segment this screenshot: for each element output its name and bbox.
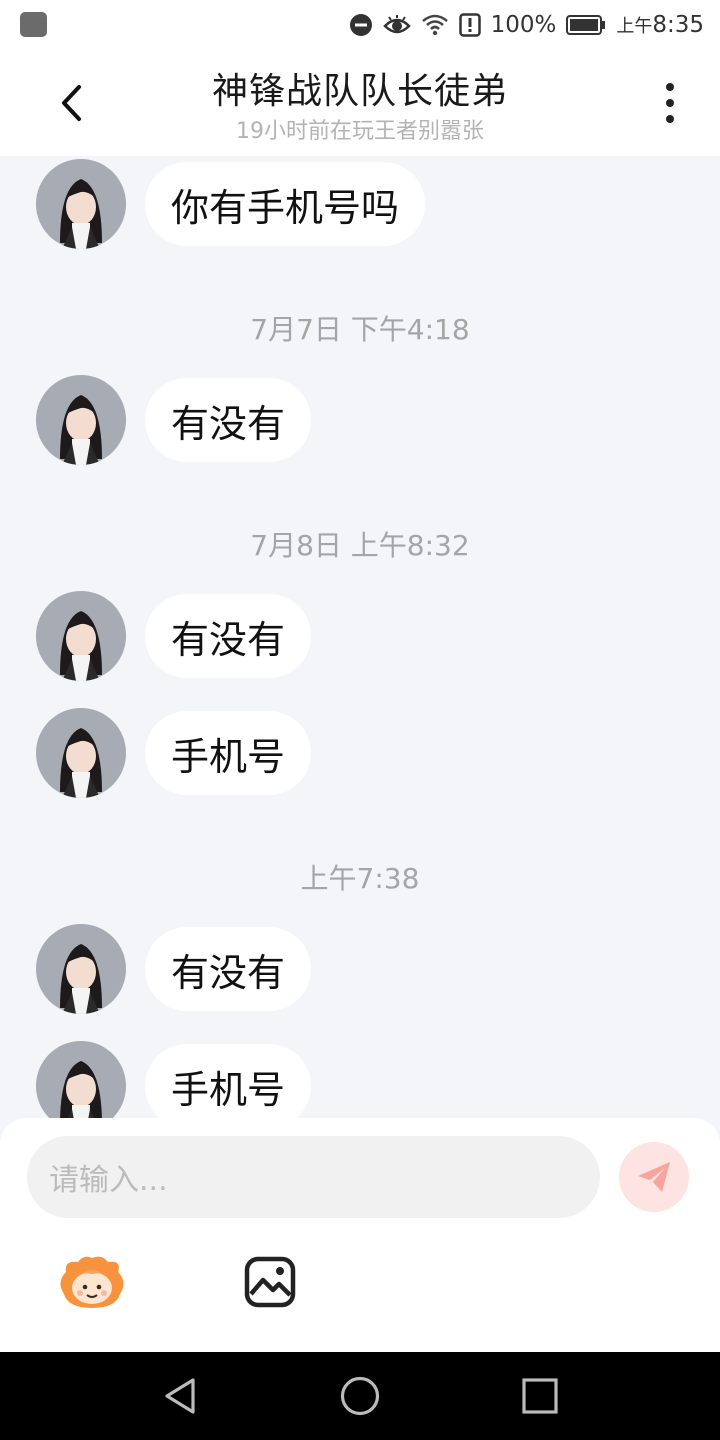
home-circle-icon bbox=[340, 1376, 380, 1416]
message-timestamp: 7月7日 下午4:18 bbox=[250, 313, 470, 346]
message-bubble[interactable]: 有没有 bbox=[145, 927, 312, 1011]
nav-home-button[interactable] bbox=[336, 1372, 384, 1420]
status-icons: 100% 上午8:35 bbox=[349, 10, 704, 40]
message-bubble[interactable]: 手机号 bbox=[145, 711, 312, 795]
avatar[interactable] bbox=[36, 591, 126, 681]
message-row: 有没有 bbox=[36, 375, 312, 465]
message-list[interactable]: 你有手机号吗 7月7日 下午4:18 有没有 7月8日 上午8:32 有没有 手… bbox=[0, 156, 720, 1118]
image-icon bbox=[244, 1256, 296, 1308]
avatar[interactable] bbox=[36, 924, 126, 1014]
message-row: 手机号 bbox=[36, 1041, 312, 1118]
recents-square-icon bbox=[522, 1378, 558, 1414]
dnd-icon bbox=[349, 13, 373, 37]
avatar[interactable] bbox=[36, 1041, 126, 1118]
more-options-button[interactable] bbox=[650, 78, 690, 128]
message-row: 你有手机号吗 bbox=[36, 159, 426, 249]
message-timestamp: 7月8日 上午8:32 bbox=[250, 529, 470, 562]
message-row: 手机号 bbox=[36, 708, 312, 798]
status-bar: 100% 上午8:35 bbox=[0, 0, 720, 50]
system-nav-bar bbox=[0, 1352, 720, 1440]
composer-panel: 请输入... bbox=[0, 1118, 720, 1352]
message-bubble[interactable]: 有没有 bbox=[145, 378, 312, 462]
message-timestamp: 上午7:38 bbox=[300, 862, 420, 895]
nav-back-button[interactable] bbox=[156, 1372, 204, 1420]
contact-status: 19小时前在玩王者别嚣张 bbox=[236, 119, 484, 144]
chat-header: 神锋战队队长徒弟 19小时前在玩王者别嚣张 bbox=[0, 50, 720, 156]
emoji-mascot-icon bbox=[60, 1256, 124, 1308]
app-icon bbox=[20, 12, 47, 37]
message-bubble[interactable]: 有没有 bbox=[145, 594, 312, 678]
avatar[interactable] bbox=[36, 159, 126, 249]
alert-icon bbox=[458, 13, 481, 37]
contact-name: 神锋战队队长徒弟 bbox=[211, 71, 508, 112]
battery-percent: 100% bbox=[490, 12, 557, 38]
send-button[interactable] bbox=[619, 1142, 689, 1212]
message-input[interactable]: 请输入... bbox=[27, 1136, 600, 1218]
nav-recents-button[interactable] bbox=[516, 1372, 564, 1420]
message-row: 有没有 bbox=[36, 924, 312, 1014]
message-row: 有没有 bbox=[36, 591, 312, 681]
avatar[interactable] bbox=[36, 708, 126, 798]
eye-icon bbox=[382, 14, 411, 36]
image-button[interactable] bbox=[244, 1256, 296, 1308]
clock: 上午8:35 bbox=[616, 12, 704, 38]
send-icon bbox=[638, 1162, 670, 1192]
avatar[interactable] bbox=[36, 375, 126, 465]
battery-icon bbox=[566, 15, 606, 35]
more-vertical-icon bbox=[666, 83, 674, 91]
wifi-icon bbox=[421, 13, 449, 37]
back-triangle-icon bbox=[165, 1378, 195, 1414]
message-bubble[interactable]: 你有手机号吗 bbox=[145, 162, 426, 246]
message-bubble[interactable]: 手机号 bbox=[145, 1044, 312, 1118]
emoji-button[interactable] bbox=[56, 1254, 128, 1310]
